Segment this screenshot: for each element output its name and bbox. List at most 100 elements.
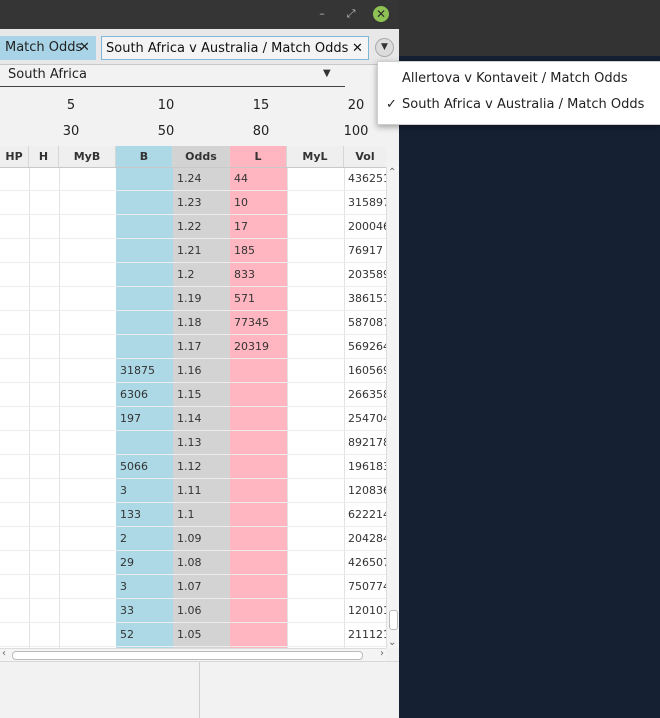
h-cell[interactable] xyxy=(33,455,59,479)
lay-cell[interactable] xyxy=(234,407,287,431)
h-cell[interactable] xyxy=(33,383,59,407)
odds-cell[interactable]: 1.15 xyxy=(177,383,230,407)
h-cell[interactable] xyxy=(33,239,59,263)
myl-cell[interactable] xyxy=(291,551,344,575)
back-cell[interactable]: 3 xyxy=(120,479,173,503)
myl-cell[interactable] xyxy=(291,383,344,407)
back-cell[interactable] xyxy=(120,335,173,359)
myl-cell[interactable] xyxy=(291,311,344,335)
hp-cell[interactable] xyxy=(4,431,29,455)
column-header-myl[interactable]: MyL xyxy=(287,146,344,167)
back-cell[interactable] xyxy=(120,191,173,215)
odds-cell[interactable]: 1.09 xyxy=(177,527,230,551)
myb-cell[interactable] xyxy=(63,263,116,287)
horizontal-scrollbar[interactable]: ‹ › xyxy=(0,648,386,661)
hp-cell[interactable] xyxy=(4,287,29,311)
odds-cell[interactable]: 1.18 xyxy=(177,311,230,335)
lay-cell[interactable]: 17 xyxy=(234,215,287,239)
hp-cell[interactable] xyxy=(4,575,29,599)
odds-cell[interactable]: 1.19 xyxy=(177,287,230,311)
volume-cell[interactable]: 622214 xyxy=(348,503,386,527)
odds-cell[interactable]: 1.12 xyxy=(177,455,230,479)
h-cell[interactable] xyxy=(33,335,59,359)
back-cell[interactable] xyxy=(120,311,173,335)
myb-cell[interactable] xyxy=(63,455,116,479)
myb-cell[interactable] xyxy=(63,431,116,455)
myl-cell[interactable] xyxy=(291,599,344,623)
myb-cell[interactable] xyxy=(63,359,116,383)
back-cell[interactable] xyxy=(120,431,173,455)
hp-cell[interactable] xyxy=(4,263,29,287)
back-cell[interactable]: 29 xyxy=(120,551,173,575)
odds-cell[interactable]: 1.14 xyxy=(177,407,230,431)
odds-cell[interactable]: 1.08 xyxy=(177,551,230,575)
odds-cell[interactable]: 1.17 xyxy=(177,335,230,359)
hp-cell[interactable] xyxy=(4,191,29,215)
stake-button[interactable]: 30 xyxy=(51,124,91,139)
scroll-down-icon[interactable]: ⌄ xyxy=(388,637,396,648)
hp-cell[interactable] xyxy=(4,407,29,431)
minimize-icon[interactable]: – xyxy=(315,7,329,21)
maximize-icon[interactable]: ⤢ xyxy=(344,7,358,21)
stake-button[interactable]: 80 xyxy=(241,124,281,139)
stake-button[interactable]: 15 xyxy=(241,98,281,113)
scrollbar-thumb[interactable] xyxy=(389,610,398,630)
lay-cell[interactable] xyxy=(234,599,287,623)
lay-cell[interactable] xyxy=(234,623,287,647)
h-cell[interactable] xyxy=(33,575,59,599)
hp-cell[interactable] xyxy=(4,167,29,191)
lay-cell[interactable] xyxy=(234,527,287,551)
stake-button[interactable]: 20 xyxy=(336,98,376,113)
hp-cell[interactable] xyxy=(4,551,29,575)
h-cell[interactable] xyxy=(33,527,59,551)
volume-cell[interactable]: 211121 xyxy=(348,623,386,647)
myl-cell[interactable] xyxy=(291,527,344,551)
scroll-left-icon[interactable]: ‹ xyxy=(2,648,6,659)
column-header-hp[interactable]: HP xyxy=(0,146,29,167)
volume-cell[interactable]: 120101 xyxy=(348,599,386,623)
myb-cell[interactable] xyxy=(63,383,116,407)
hp-cell[interactable] xyxy=(4,335,29,359)
odds-cell[interactable]: 1.13 xyxy=(177,431,230,455)
back-cell[interactable]: 133 xyxy=(120,503,173,527)
myl-cell[interactable] xyxy=(291,479,344,503)
h-cell[interactable] xyxy=(33,311,59,335)
lay-cell[interactable]: 571 xyxy=(234,287,287,311)
myl-cell[interactable] xyxy=(291,623,344,647)
volume-cell[interactable]: 196183 xyxy=(348,455,386,479)
volume-cell[interactable]: 426507 xyxy=(348,551,386,575)
stake-button[interactable]: 100 xyxy=(336,124,376,139)
vertical-scrollbar[interactable]: ⌃ ⌄ xyxy=(386,167,399,648)
back-cell[interactable]: 5066 xyxy=(120,455,173,479)
lay-cell[interactable]: 10 xyxy=(234,191,287,215)
odds-cell[interactable]: 1.06 xyxy=(177,599,230,623)
stake-button[interactable]: 10 xyxy=(146,98,186,113)
hp-cell[interactable] xyxy=(4,383,29,407)
lay-cell[interactable] xyxy=(234,455,287,479)
scroll-right-icon[interactable]: › xyxy=(380,648,384,659)
column-header-myb[interactable]: MyB xyxy=(59,146,116,167)
myl-cell[interactable] xyxy=(291,167,344,191)
odds-cell[interactable]: 1.22 xyxy=(177,215,230,239)
myl-cell[interactable] xyxy=(291,455,344,479)
back-cell[interactable] xyxy=(120,287,173,311)
odds-cell[interactable]: 1.1 xyxy=(177,503,230,527)
volume-cell[interactable]: 120836 xyxy=(348,479,386,503)
hp-cell[interactable] xyxy=(4,479,29,503)
myl-cell[interactable] xyxy=(291,503,344,527)
myl-cell[interactable] xyxy=(291,431,344,455)
back-cell[interactable]: 3 xyxy=(120,575,173,599)
hp-cell[interactable] xyxy=(4,215,29,239)
scroll-up-icon[interactable]: ⌃ xyxy=(388,167,396,178)
myb-cell[interactable] xyxy=(63,335,116,359)
back-cell[interactable]: 6306 xyxy=(120,383,173,407)
volume-cell[interactable]: 160569 xyxy=(348,359,386,383)
hp-cell[interactable] xyxy=(4,599,29,623)
volume-cell[interactable]: 254704 xyxy=(348,407,386,431)
myb-cell[interactable] xyxy=(63,527,116,551)
myl-cell[interactable] xyxy=(291,215,344,239)
stake-button[interactable]: 5 xyxy=(51,98,91,113)
odds-cell[interactable]: 1.07 xyxy=(177,575,230,599)
column-header-h[interactable]: H xyxy=(29,146,59,167)
hp-cell[interactable] xyxy=(4,359,29,383)
